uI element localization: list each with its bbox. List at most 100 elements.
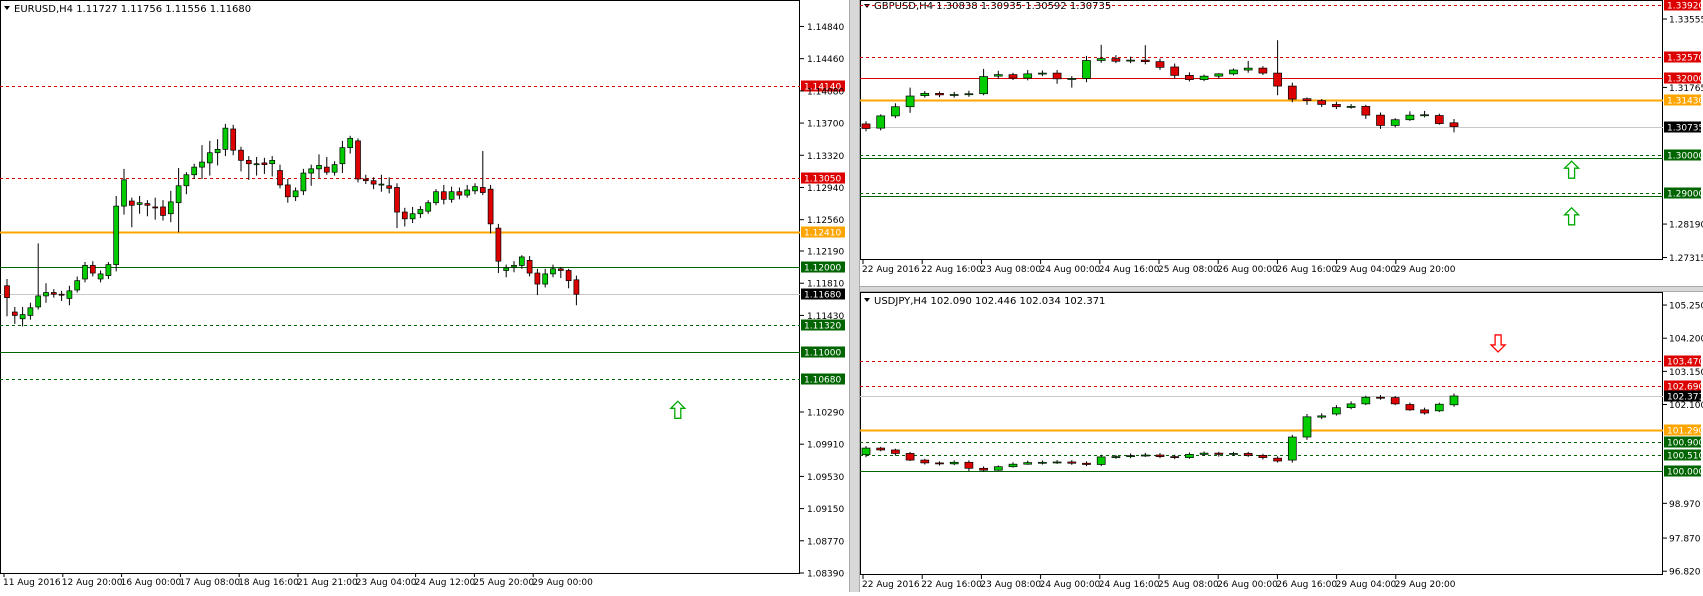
candle[interactable]	[43, 283, 49, 303]
candle[interactable]	[1405, 402, 1415, 411]
candle[interactable]	[113, 195, 120, 272]
candle[interactable]	[935, 91, 944, 98]
candle[interactable]	[1096, 454, 1106, 467]
candle[interactable]	[935, 461, 944, 466]
gbpusd-chart-window[interactable]: GBPUSD,H4 1.30838 1.30935 1.30592 1.3073…	[860, 0, 1703, 286]
candle[interactable]	[144, 200, 151, 217]
candle[interactable]	[394, 183, 400, 229]
candle[interactable]	[277, 164, 283, 189]
candle[interactable]	[253, 156, 260, 176]
candle[interactable]	[370, 177, 377, 190]
gbpusd-chart[interactable]: GBPUSD,H4 1.30838 1.30935 1.30592 1.3073…	[860, 0, 1703, 286]
candle[interactable]	[1405, 111, 1415, 121]
candle[interactable]	[1243, 451, 1253, 457]
candle[interactable]	[191, 163, 198, 179]
candle[interactable]	[472, 183, 478, 195]
candle[interactable]	[1096, 44, 1106, 63]
candle[interactable]	[417, 206, 424, 218]
candle[interactable]	[1185, 452, 1194, 459]
candle[interactable]	[160, 200, 166, 221]
candle[interactable]	[1420, 110, 1429, 118]
candle[interactable]	[1287, 82, 1297, 103]
candle[interactable]	[891, 448, 900, 456]
candle[interactable]	[1082, 55, 1091, 83]
candle[interactable]	[1434, 402, 1444, 413]
candle[interactable]	[1170, 63, 1180, 79]
candle[interactable]	[35, 243, 42, 310]
candle[interactable]	[1287, 434, 1297, 463]
candle[interactable]	[316, 154, 322, 179]
candle[interactable]	[1126, 453, 1135, 459]
candle[interactable]	[347, 135, 354, 154]
candle[interactable]	[1052, 70, 1062, 84]
candle[interactable]	[920, 458, 930, 465]
candle[interactable]	[1258, 66, 1268, 76]
candle[interactable]	[1008, 462, 1018, 468]
candle[interactable]	[82, 262, 88, 283]
candle[interactable]	[1199, 451, 1209, 456]
usdjpy-chart-window[interactable]: USDJPY,H4 102.090 102.446 102.034 102.37…	[860, 292, 1703, 592]
candle[interactable]	[269, 156, 276, 177]
candle[interactable]	[949, 460, 959, 466]
candle[interactable]	[1273, 456, 1282, 463]
candle[interactable]	[199, 145, 205, 179]
candle[interactable]	[74, 276, 81, 293]
candle[interactable]	[1038, 460, 1047, 465]
candle[interactable]	[1376, 112, 1385, 129]
candle[interactable]	[19, 306, 26, 327]
candle[interactable]	[487, 184, 494, 234]
candle[interactable]	[1390, 395, 1400, 406]
candle[interactable]	[292, 187, 299, 202]
candle[interactable]	[1390, 118, 1400, 128]
candle[interactable]	[542, 268, 549, 288]
candle[interactable]	[128, 197, 135, 228]
candle[interactable]	[4, 278, 10, 317]
candle[interactable]	[876, 114, 886, 131]
candle[interactable]	[1185, 72, 1194, 82]
candle[interactable]	[1082, 461, 1091, 467]
candle[interactable]	[1317, 99, 1327, 108]
candle[interactable]	[949, 91, 959, 98]
candle[interactable]	[448, 186, 455, 203]
candle[interactable]	[136, 195, 143, 214]
candle[interactable]	[1229, 68, 1238, 76]
candle[interactable]	[1067, 76, 1077, 88]
candle[interactable]	[964, 90, 974, 97]
candle[interactable]	[362, 174, 369, 185]
vertical-splitter[interactable]	[849, 0, 860, 592]
candle[interactable]	[1346, 401, 1356, 410]
candle[interactable]	[206, 140, 213, 176]
candle[interactable]	[1155, 58, 1165, 71]
collapse-triangle-icon[interactable]	[864, 298, 870, 302]
candle[interactable]	[1140, 45, 1150, 65]
candle[interactable]	[1420, 407, 1429, 415]
candle[interactable]	[386, 177, 393, 194]
candle[interactable]	[1038, 70, 1047, 77]
candle[interactable]	[1052, 460, 1062, 464]
candle[interactable]	[378, 174, 385, 192]
candle[interactable]	[565, 268, 572, 289]
candle[interactable]	[230, 124, 237, 156]
candle[interactable]	[1332, 405, 1341, 416]
candle[interactable]	[534, 268, 541, 296]
candle[interactable]	[50, 289, 57, 298]
candle[interactable]	[503, 264, 510, 278]
candle[interactable]	[979, 466, 988, 472]
candle[interactable]	[238, 146, 244, 172]
candle[interactable]	[339, 140, 346, 174]
candle[interactable]	[1346, 104, 1356, 109]
candle[interactable]	[1111, 55, 1121, 64]
candle[interactable]	[1273, 40, 1282, 96]
candle[interactable]	[409, 206, 416, 224]
candle[interactable]	[993, 465, 1003, 471]
candle[interactable]	[1449, 118, 1459, 133]
candle[interactable]	[89, 261, 96, 277]
candle[interactable]	[1199, 74, 1209, 82]
candle[interactable]	[105, 262, 112, 279]
candle[interactable]	[1361, 104, 1371, 119]
candle[interactable]	[1140, 452, 1150, 457]
candle[interactable]	[964, 460, 974, 472]
candle[interactable]	[425, 200, 432, 214]
candle[interactable]	[557, 267, 564, 279]
candle[interactable]	[152, 197, 159, 220]
